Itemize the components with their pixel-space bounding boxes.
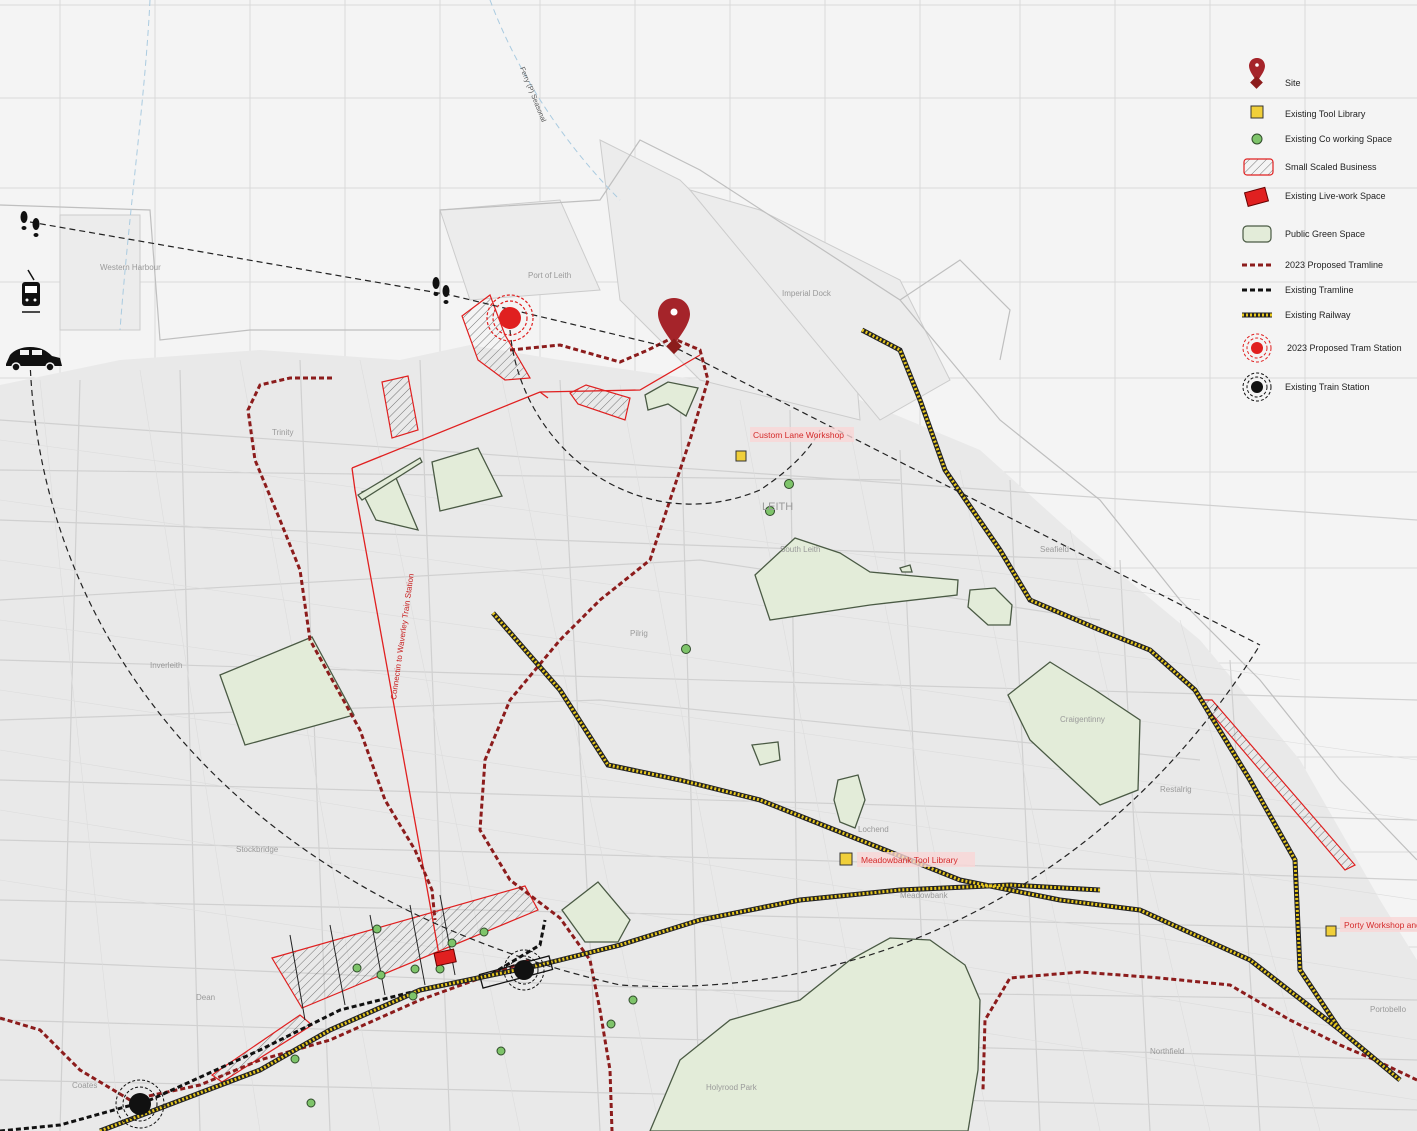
custom-lane-label: Custom Lane Workshop bbox=[753, 430, 844, 440]
place-trinity: Trinity bbox=[272, 428, 293, 437]
place-stockbridge: Stockbridge bbox=[236, 845, 279, 854]
tool-library-meadowbank bbox=[839, 852, 853, 866]
place-port-of-leith: Port of Leith bbox=[528, 271, 571, 280]
place-meadowbank: Meadowbank bbox=[900, 891, 949, 900]
place-imperial-dock: Imperial Dock bbox=[782, 289, 832, 298]
place-coates: Coates bbox=[72, 1081, 97, 1090]
tool-library-porty bbox=[1325, 925, 1337, 937]
place-western-harbour: Western Harbour bbox=[100, 263, 161, 272]
legend-railway-label: Existing Railway bbox=[1285, 310, 1351, 320]
legend-coworking-label: Existing Co working Space bbox=[1285, 134, 1392, 144]
place-leith: LEITH bbox=[762, 501, 793, 513]
legend-small-business-label: Small Scaled Business bbox=[1285, 162, 1377, 172]
legend-tool-library-label: Existing Tool Library bbox=[1285, 109, 1366, 119]
legend-site-label: Site bbox=[1285, 78, 1301, 88]
meadowbank-label: Meadowbank Tool Library bbox=[861, 855, 958, 865]
place-inverleith: Inverleith bbox=[150, 661, 182, 670]
place-restalrig: Restalrig bbox=[1160, 785, 1192, 794]
place-portobello: Portobello bbox=[1370, 1005, 1407, 1014]
place-northfield: Northfield bbox=[1150, 1047, 1184, 1056]
place-seafield: Seafield bbox=[1040, 545, 1069, 554]
place-craigentinny: Craigentinny bbox=[1060, 715, 1105, 724]
legend-live-work-label: Existing Live-work Space bbox=[1285, 191, 1386, 201]
legend-green-space-label: Public Green Space bbox=[1285, 229, 1365, 239]
tool-library-custom-lane bbox=[735, 450, 747, 462]
legend-existing-tramline-label: Existing Tramline bbox=[1285, 285, 1354, 295]
legend-train-station-label: Existing Train Station bbox=[1285, 382, 1370, 392]
place-pilrig: Pilrig bbox=[630, 629, 648, 638]
place-dean: Dean bbox=[196, 993, 215, 1002]
place-holyrood-park: Holyrood Park bbox=[706, 1083, 758, 1092]
place-south-leith: South Leith bbox=[780, 545, 820, 554]
legend-proposed-tram-station-label: 2023 Proposed Tram Station bbox=[1287, 343, 1402, 353]
porty-label: Porty Workshop and bbox=[1344, 920, 1417, 930]
place-lochend: Lochend bbox=[858, 825, 889, 834]
map-canvas: Ferry (P) Seasonal Connectin to Waverley… bbox=[0, 0, 1417, 1131]
legend-proposed-tramline-label: 2023 Proposed Tramline bbox=[1285, 260, 1383, 270]
